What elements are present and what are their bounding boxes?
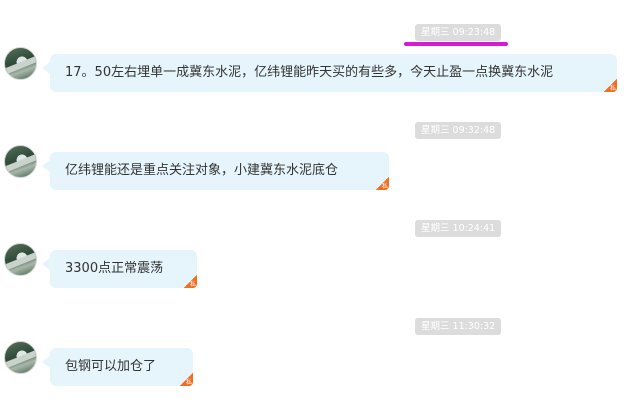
private-badge-icon: 私: [184, 275, 197, 288]
avatar[interactable]: [4, 341, 37, 374]
chat-history: 星期三 09:23:48 17。50左右埋单一成冀东水泥，亿纬锂能昨天买的有些多…: [0, 0, 636, 402]
avatar[interactable]: [4, 145, 37, 178]
message-text: 17。50左右埋单一成冀东水泥，亿纬锂能昨天买的有些多，今天止盈一点换冀东水泥: [65, 65, 554, 80]
private-badge-label: 私: [189, 281, 196, 288]
message-timestamp: 星期三 11:30:32: [415, 318, 502, 335]
private-badge-icon: 私: [180, 373, 193, 386]
private-badge-icon: 私: [376, 177, 389, 190]
message-bubble: 亿纬锂能还是重点关注对象，小建冀东水泥底仓 私: [42, 152, 389, 190]
private-badge-label: 私: [381, 183, 388, 190]
message-timestamp: 星期三 09:23:48: [415, 24, 502, 41]
message-timestamp: 星期三 10:24:41: [415, 220, 502, 237]
message-bubble: 3300点正常震荡 私: [42, 250, 197, 288]
timestamp-highlight-underline: [404, 42, 508, 46]
message-text: 包钢可以加仓了: [65, 359, 157, 374]
private-badge-label: 私: [609, 85, 616, 92]
message-bubble: 包钢可以加仓了 私: [42, 348, 193, 386]
private-badge-label: 私: [185, 379, 192, 386]
message-bubble: 17。50左右埋单一成冀东水泥，亿纬锂能昨天买的有些多，今天止盈一点换冀东水泥 …: [42, 54, 617, 92]
avatar[interactable]: [4, 47, 37, 80]
message-timestamp: 星期三 09:32:48: [415, 122, 502, 139]
private-badge-icon: 私: [604, 79, 617, 92]
message-text: 3300点正常震荡: [65, 261, 164, 276]
message-text: 亿纬锂能还是重点关注对象，小建冀东水泥底仓: [65, 163, 339, 178]
avatar[interactable]: [4, 243, 37, 276]
